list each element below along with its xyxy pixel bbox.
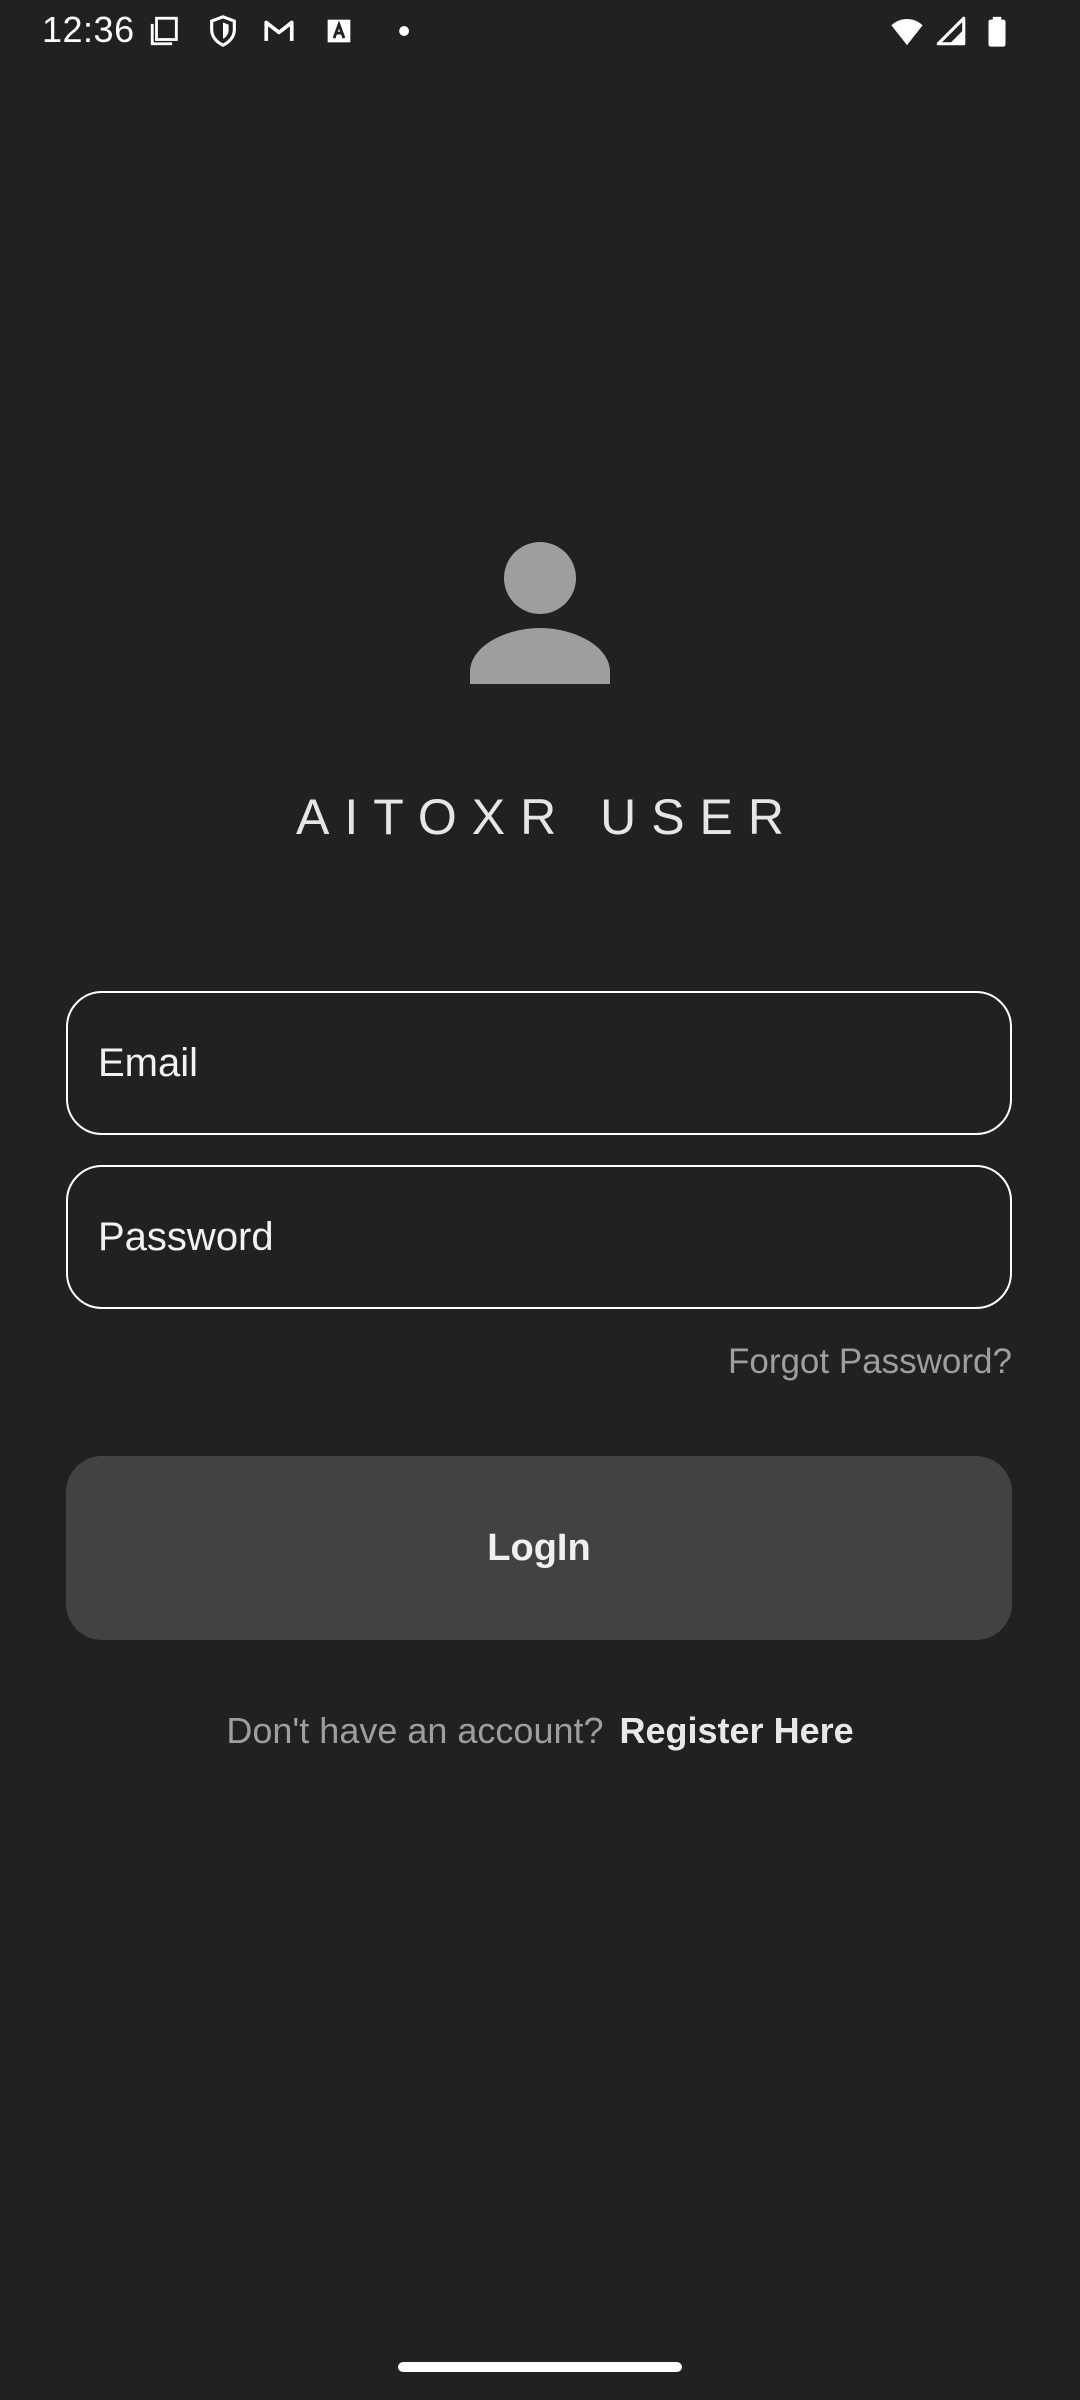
password-field[interactable] xyxy=(66,1165,1012,1309)
password-input[interactable] xyxy=(98,1167,980,1307)
status-bar: 12:36 xyxy=(0,0,1080,62)
register-link[interactable]: Register Here xyxy=(620,1710,854,1752)
login-button[interactable]: LogIn xyxy=(66,1456,1012,1640)
battery-icon xyxy=(980,14,1014,48)
register-prompt: Don't have an account? xyxy=(226,1710,604,1751)
home-indicator[interactable] xyxy=(398,2362,682,2372)
gmail-icon xyxy=(262,14,296,48)
wifi-icon xyxy=(890,14,924,48)
font-icon xyxy=(322,14,356,48)
app-title: AITOXR USER xyxy=(295,789,800,845)
forgot-password-link[interactable]: Forgot Password? xyxy=(728,1342,1012,1382)
register-row: Don't have an account? Register Here xyxy=(0,1710,1080,1752)
signal-icon xyxy=(934,14,968,48)
dot-icon xyxy=(380,14,414,48)
email-input[interactable] xyxy=(98,993,980,1133)
status-time: 12:36 xyxy=(42,9,135,50)
person-icon xyxy=(468,540,612,684)
shield-icon xyxy=(206,14,240,48)
email-field[interactable] xyxy=(66,991,1012,1135)
screen-icon xyxy=(148,14,182,48)
login-button-label: LogIn xyxy=(487,1526,591,1569)
